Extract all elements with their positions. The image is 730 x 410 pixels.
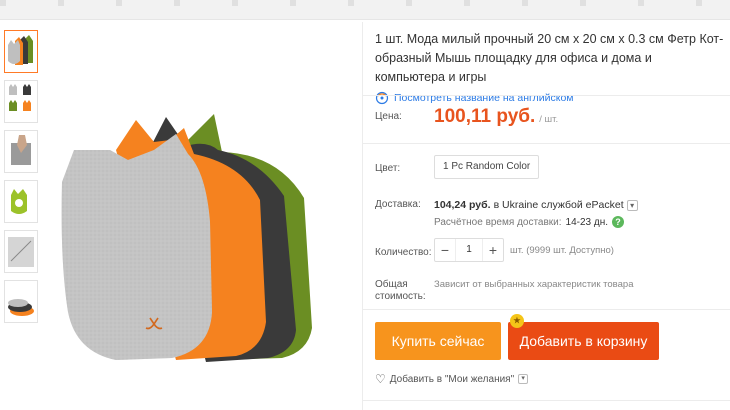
question-icon[interactable]: ? xyxy=(612,216,625,228)
delivery-time-value: 14-23 дн. xyxy=(565,216,609,228)
price-value: 100,11 руб. / шт. xyxy=(434,106,558,128)
thumbnail-4[interactable] xyxy=(4,180,38,223)
shipping-price: 104,24 руб. xyxy=(434,199,491,211)
delivery-time-label: Расчётное время доставки: xyxy=(434,216,562,228)
color-label: Цвет: xyxy=(375,163,401,174)
thumbnail-5[interactable] xyxy=(4,230,38,273)
total-label: Общая стоимость: xyxy=(375,279,426,302)
wishlist-link[interactable]: ♡ Добавить в "Мои желания" ▾ xyxy=(375,372,529,386)
top-bar xyxy=(0,0,730,20)
price-label: Цена: xyxy=(375,111,402,122)
color-option-chip[interactable]: 1 Pc Random Color xyxy=(434,155,540,179)
chevron-down-icon[interactable]: ▾ xyxy=(518,374,529,384)
divider-2 xyxy=(362,143,730,144)
thumbnail-3[interactable] xyxy=(4,130,38,173)
chevron-down-icon[interactable]: ▾ xyxy=(626,199,638,211)
thumbnail-6[interactable] xyxy=(4,280,38,323)
price-amount: 100,11 руб. xyxy=(434,106,536,127)
shipping-method: в Ukraine службой ePacket xyxy=(493,199,624,211)
shipping-info: 104,24 руб. в Ukraine службой ePacket ▾ xyxy=(434,199,638,211)
quantity-stepper: − 1 + xyxy=(434,238,504,262)
translate-link-label[interactable]: Посмотреть название на английском xyxy=(394,92,574,104)
heart-plus-icon: ♡ xyxy=(375,372,386,386)
product-main-image[interactable] xyxy=(46,22,362,410)
total-note: Зависит от выбранных характеристик товар… xyxy=(434,279,634,290)
divider-vertical xyxy=(362,22,363,410)
divider-3 xyxy=(362,309,730,310)
wishlist-label[interactable]: Добавить в "Мои желания" xyxy=(390,374,514,385)
thumbnail-4-image xyxy=(11,189,27,214)
thumbnail-5-image xyxy=(8,237,34,267)
quantity-input[interactable]: 1 xyxy=(455,239,483,261)
divider-1 xyxy=(362,95,730,96)
quantity-availability: шт. (9999 шт. Доступно) xyxy=(510,245,614,256)
thumbnail-1-image xyxy=(8,35,33,65)
quantity-minus-button[interactable]: − xyxy=(435,239,455,261)
thumbnail-2-image xyxy=(9,84,31,111)
top-bar-dots xyxy=(0,0,730,6)
globe-refresh-icon xyxy=(375,91,389,105)
price-unit: / шт. xyxy=(539,114,559,125)
thumbnail-3-image xyxy=(11,135,31,165)
delivery-time: Расчётное время доставки: 14-23 дн. ? xyxy=(434,216,625,228)
thumbnail-2[interactable] xyxy=(4,80,38,123)
thumbnail-1[interactable] xyxy=(4,30,38,73)
divider-4 xyxy=(362,400,730,401)
felt-cat-mouse-pads-image xyxy=(61,114,312,362)
thumbnail-6-image xyxy=(8,299,34,316)
product-title: 1 шт. Мода милый прочный 20 см x 20 см x… xyxy=(375,32,724,84)
buy-now-button[interactable]: Купить сейчас xyxy=(375,322,501,360)
shipping-label: Доставка: xyxy=(375,199,421,210)
cart-badge-icon: ★ xyxy=(510,314,524,328)
product-info: 1 шт. Мода милый прочный 20 см x 20 см x… xyxy=(375,30,725,105)
thumbnail-strip xyxy=(4,30,40,330)
translate-link[interactable]: Посмотреть название на английском xyxy=(375,91,725,105)
add-to-cart-button[interactable]: Добавить в корзину xyxy=(508,322,659,360)
quantity-plus-button[interactable]: + xyxy=(483,239,503,261)
quantity-label: Количество: xyxy=(375,247,432,258)
